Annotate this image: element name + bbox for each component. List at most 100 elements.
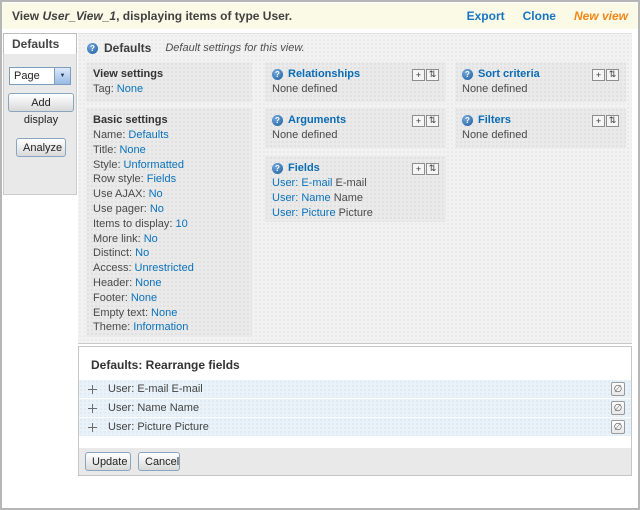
remove-field-button[interactable]: ∅ (611, 401, 625, 415)
basic-settings-box: Basic settings Name: Defaults Title: None … (86, 108, 252, 337)
help-icon[interactable]: ? (272, 69, 283, 80)
setting-label: Empty text: (93, 306, 149, 319)
drag-handle-icon[interactable] (87, 384, 98, 395)
field-label: Picture (338, 207, 373, 219)
field-row-label: User: Picture Picture (108, 421, 209, 433)
setting-label: Items to display: (93, 217, 173, 230)
setting-value-link[interactable]: None (119, 144, 145, 156)
panel-heading: Defaults (104, 41, 152, 55)
rearrange-filters-button[interactable]: ⇅ (606, 114, 619, 127)
panel-heading-row: ? Defaults Default settings for this vie… (87, 41, 305, 55)
rearrange-sorts-button[interactable]: ⇅ (606, 68, 619, 81)
display-type-value: Page (14, 70, 40, 82)
field-row-label: User: Name Name (108, 402, 200, 414)
setting-label: Style: (93, 158, 121, 171)
setting-label: Use pager: (93, 202, 147, 215)
view-settings-box: View settings Tag: None (86, 62, 252, 102)
export-link[interactable]: Export (467, 9, 505, 23)
sort-criteria-title-link[interactable]: Sort criteria (478, 67, 540, 82)
relationships-title-link[interactable]: Relationships (288, 67, 360, 82)
analyze-button[interactable]: Analyze (16, 138, 66, 157)
filters-section: ? Filters + ⇅ None defined (455, 108, 626, 148)
rearrange-panel-title: Defaults: Rearrange fields (91, 358, 240, 372)
setting-label: Use AJAX: (93, 188, 146, 201)
rearrange-fields-button[interactable]: ⇅ (426, 162, 439, 175)
setting-label: More link: (93, 232, 141, 245)
update-button[interactable]: Update (85, 452, 131, 471)
filters-title-link[interactable]: Filters (478, 113, 511, 128)
add-field-button[interactable]: + (412, 162, 425, 175)
rearrange-footer: Update Cancel (79, 448, 631, 475)
arguments-section: ? Arguments + ⇅ None defined (265, 108, 446, 148)
rearrange-rows: User: E-mail E-mail ∅ User: Name Name ∅ … (79, 380, 631, 437)
arguments-empty-text: None defined (272, 129, 338, 141)
help-icon[interactable]: ? (272, 163, 283, 174)
field-row: User: Name Name ∅ (79, 399, 631, 417)
setting-label: Access: (93, 262, 132, 275)
relationships-empty-text: None defined (272, 83, 338, 95)
add-filter-button[interactable]: + (592, 114, 605, 127)
setting-value-link[interactable]: Information (133, 321, 188, 333)
page-title-prefix: View (12, 9, 40, 23)
arguments-title-link[interactable]: Arguments (288, 113, 346, 128)
field-row: User: Picture Picture ∅ (79, 418, 631, 436)
page-title: View User_View_1, displaying items of ty… (12, 9, 292, 23)
page-title-suffix: , displaying items of type User. (116, 9, 293, 23)
remove-field-button[interactable]: ∅ (611, 382, 625, 396)
field-label: Name (333, 192, 364, 204)
panel-description: Default settings for this view. (165, 42, 305, 54)
help-icon[interactable]: ? (87, 42, 98, 54)
add-relationship-button[interactable]: + (412, 68, 425, 81)
help-icon[interactable]: ? (462, 69, 473, 80)
field-link[interactable]: User: Picture (272, 207, 336, 219)
page-header: View User_View_1, displaying items of ty… (2, 3, 638, 29)
drag-handle-icon[interactable] (87, 422, 98, 433)
setting-value-link[interactable]: 10 (175, 218, 187, 230)
setting-value-link[interactable]: None (117, 83, 143, 95)
fields-title-link[interactable]: Fields (288, 161, 320, 176)
field-row: User: E-mail E-mail ∅ (79, 380, 631, 398)
select-arrow-icon: ▼ (54, 68, 70, 84)
remove-field-button[interactable]: ∅ (611, 420, 625, 434)
setting-value-link[interactable]: Fields (147, 173, 176, 185)
setting-label: Name: (93, 129, 126, 141)
setting-value-link[interactable]: No (149, 188, 163, 200)
display-sidebar: Page ▼ Add display Analyze (3, 54, 77, 195)
display-settings-panel: ? Defaults Default settings for this vie… (78, 33, 632, 344)
rearrange-arguments-button[interactable]: ⇅ (426, 114, 439, 127)
setting-value-link[interactable]: Unformatted (124, 159, 185, 171)
add-sort-button[interactable]: + (592, 68, 605, 81)
setting-value-link[interactable]: None (135, 277, 161, 289)
new-view-link[interactable]: New view (574, 9, 628, 23)
rearrange-relationships-button[interactable]: ⇅ (426, 68, 439, 81)
setting-value-link[interactable]: Unrestricted (135, 262, 194, 274)
add-argument-button[interactable]: + (412, 114, 425, 127)
drag-handle-icon[interactable] (87, 403, 98, 414)
help-icon[interactable]: ? (462, 115, 473, 126)
add-display-button[interactable]: Add display (8, 93, 74, 126)
setting-value-link[interactable]: Defaults (128, 129, 168, 141)
sort-criteria-empty-text: None defined (462, 83, 528, 95)
setting-value-link[interactable]: No (144, 233, 158, 245)
views-edit-screen: View User_View_1, displaying items of ty… (0, 0, 640, 510)
setting-label: Footer: (93, 291, 128, 304)
setting-label: Tag: (93, 83, 114, 95)
field-link[interactable]: User: E-mail (272, 177, 333, 189)
field-label: E-mail (335, 177, 367, 189)
setting-value-link[interactable]: None (131, 292, 157, 304)
help-icon[interactable]: ? (272, 115, 283, 126)
relationships-section: ? Relationships + ⇅ None defined (265, 62, 446, 102)
tab-defaults[interactable]: Defaults (3, 33, 77, 55)
setting-label: Title: (93, 143, 117, 156)
box-title: View settings (93, 68, 164, 80)
box-title: Basic settings (93, 114, 168, 126)
setting-value-link[interactable]: No (150, 203, 164, 215)
view-name: User_View_1 (42, 9, 117, 23)
cancel-button[interactable]: Cancel (138, 452, 180, 471)
display-type-select[interactable]: Page ▼ (9, 67, 71, 85)
setting-value-link[interactable]: No (135, 247, 149, 259)
fields-section: ? Fields + ⇅ User: E-mail E-mail User: Na… (265, 156, 446, 222)
setting-value-link[interactable]: None (151, 307, 177, 319)
clone-link[interactable]: Clone (523, 9, 556, 23)
field-link[interactable]: User: Name (272, 192, 331, 204)
